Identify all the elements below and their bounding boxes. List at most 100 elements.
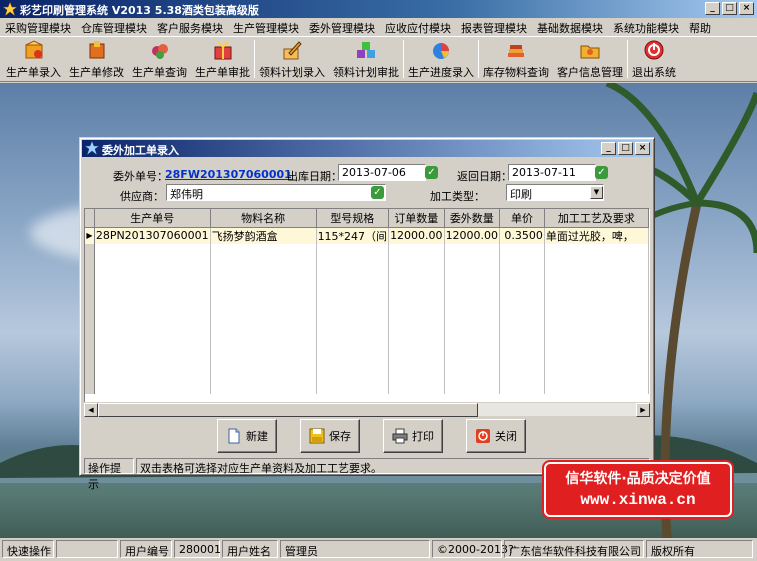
main-toolbar: 生产单录入 生产单修改 生产单查询 生产单审批 领料计划录入 领料计划审批 生产… — [0, 36, 757, 82]
toolbar-label: 退出系统 — [632, 66, 676, 79]
order-no-link[interactable]: 28FW201307060001 — [165, 168, 292, 181]
save-icon — [309, 428, 325, 444]
return-date-field[interactable]: 2013-07-11 — [508, 164, 596, 181]
new-doc-icon — [228, 428, 240, 444]
status-company: 广东信华软件科技有限公司 — [504, 540, 644, 558]
status-user-name-label: 用户姓名 — [222, 540, 278, 558]
brand-logo: 信华软件·品质决定价值 www.xinwa.cn — [544, 462, 732, 517]
toolbar-label: 生产进度录入 — [408, 66, 474, 79]
cell-material-name[interactable]: 飞扬梦韵酒盒 — [210, 227, 317, 244]
toolbar-material-plan-approve-button[interactable]: 领料计划审批 — [329, 37, 403, 81]
dialog-close-button[interactable]: × — [635, 142, 650, 155]
col-header-spec[interactable]: 型号规格 — [316, 209, 390, 228]
new-button[interactable]: 新建 — [217, 419, 277, 453]
supplier-field[interactable]: 郑伟明 — [166, 184, 386, 201]
toolbar-label: 生产单审批 — [195, 66, 250, 79]
out-date-label: 出库日期： — [287, 170, 342, 183]
menu-reports[interactable]: 报表管理模块 — [456, 18, 532, 36]
return-date-check-icon[interactable]: ✓ — [595, 166, 608, 179]
cell-production-no[interactable]: 28PN201307060001 — [94, 227, 211, 244]
toolbar-order-entry-button[interactable]: 生产单录入 — [2, 37, 65, 81]
toolbar-label: 生产单修改 — [69, 66, 124, 79]
close-dialog-button[interactable]: 关闭 — [466, 419, 526, 453]
dialog-title-bar[interactable]: 委外加工单录入 _ □ × — [82, 140, 652, 157]
toolbar-material-plan-entry-button[interactable]: 领料计划录入 — [255, 37, 329, 81]
toolbar-label: 领料计划审批 — [333, 66, 399, 79]
menu-receivable-payable[interactable]: 应收应付模块 — [380, 18, 456, 36]
menu-purchase[interactable]: 采购管理模块 — [0, 18, 76, 36]
dialog-maximize-button[interactable]: □ — [618, 142, 633, 155]
menu-customer-service[interactable]: 客户服务模块 — [152, 18, 228, 36]
status-user-name: 管理员 — [280, 540, 430, 558]
dialog-minimize-button[interactable]: _ — [601, 142, 616, 155]
new-button-label: 新建 — [246, 430, 268, 443]
order-no-label: 委外单号： — [113, 170, 168, 183]
outsourcing-order-dialog: 委外加工单录入 _ □ × 委外单号： 28FW201307060001 出库日… — [79, 137, 655, 491]
process-type-label: 加工类型： — [430, 190, 485, 203]
scroll-right-icon[interactable]: ▶ — [636, 403, 650, 417]
col-header-unit-price[interactable]: 单价 — [499, 209, 545, 228]
order-grid: 生产单号 物料名称 型号规格 订单数量 委外数量 单价 加工工艺及要求 ▶ 28… — [84, 208, 650, 413]
app-title: 彩艺印刷管理系统 V2013 5.38酒类包装高级版 — [20, 4, 259, 17]
search-fruit-icon — [151, 44, 168, 59]
gift-approve-icon — [214, 41, 231, 60]
toolbar-label: 库存物料查询 — [483, 66, 549, 79]
menu-outsourcing[interactable]: 委外管理模块 — [304, 18, 380, 36]
status-quick-ops[interactable]: 快速操作 — [2, 540, 54, 558]
toolbar-label: 生产单查询 — [132, 66, 187, 79]
status-user-no: 280001 — [174, 540, 221, 558]
toolbar-label: 生产单录入 — [6, 66, 61, 79]
out-date-check-icon[interactable]: ✓ — [425, 166, 438, 179]
supplier-label: 供应商： — [120, 190, 164, 203]
brand-url: www.xinwa.cn — [580, 491, 696, 509]
cell-unit-price[interactable]: 0.3500 — [499, 227, 545, 244]
cell-outsource-qty[interactable]: 12000.00 — [444, 227, 501, 244]
col-header-material-name[interactable]: 物料名称 — [210, 209, 317, 228]
chevron-down-icon[interactable]: ▼ — [590, 186, 603, 199]
brand-slogan: 信华软件·品质决定价值 — [565, 471, 711, 487]
close-button[interactable]: × — [739, 2, 754, 15]
scroll-left-icon[interactable]: ◀ — [84, 403, 98, 417]
col-header-production-no[interactable]: 生产单号 — [94, 209, 211, 228]
save-button[interactable]: 保存 — [300, 419, 360, 453]
toolbar-inventory-query-button[interactable]: 库存物料查询 — [479, 37, 553, 81]
app-star-icon — [3, 2, 17, 16]
supplier-check-icon[interactable]: ✓ — [371, 186, 384, 199]
hint-label: 操作提示 — [84, 458, 134, 491]
power-exit-icon — [644, 40, 664, 60]
toolbar-progress-entry-button[interactable]: 生产进度录入 — [404, 37, 478, 81]
toolbar-order-query-button[interactable]: 生产单查询 — [128, 37, 191, 81]
toolbar-exit-button[interactable]: 退出系统 — [628, 37, 680, 81]
menu-help[interactable]: 帮助 — [684, 18, 716, 36]
grid-horizontal-scrollbar[interactable]: ◀ ▶ — [84, 402, 650, 417]
status-empty — [56, 540, 118, 558]
cell-order-qty[interactable]: 12000.00 — [388, 227, 445, 244]
cell-process-req[interactable]: 单面过光胶，啤， — [544, 227, 649, 244]
grid-header-row: 生产单号 物料名称 型号规格 订单数量 委外数量 单价 加工工艺及要求 — [85, 209, 649, 228]
order-form: 委外单号： 28FW201307060001 出库日期： 2013-07-06 … — [82, 158, 652, 206]
scroll-thumb[interactable] — [98, 403, 478, 417]
out-date-field[interactable]: 2013-07-06 — [338, 164, 426, 181]
minimize-button[interactable]: _ — [705, 2, 720, 15]
print-button[interactable]: 打印 — [383, 419, 443, 453]
menu-production[interactable]: 生产管理模块 — [228, 18, 304, 36]
menu-basic-data[interactable]: 基础数据模块 — [532, 18, 608, 36]
close-button-label: 关闭 — [495, 430, 517, 443]
maximize-button[interactable]: □ — [722, 2, 737, 15]
cell-spec[interactable]: 115*247（间 — [316, 227, 390, 244]
toolbar-order-edit-button[interactable]: 生产单修改 — [65, 37, 128, 81]
pie-chart-icon — [433, 43, 449, 59]
menu-bar: 采购管理模块 仓库管理模块 客户服务模块 生产管理模块 委外管理模块 应收应付模… — [0, 18, 757, 36]
menu-system[interactable]: 系统功能模块 — [608, 18, 684, 36]
col-header-outsource-qty[interactable]: 委外数量 — [444, 209, 501, 228]
toolbar-label: 客户信息管理 — [557, 66, 623, 79]
dialog-star-icon — [85, 141, 99, 155]
col-header-process-req[interactable]: 加工工艺及要求 — [544, 209, 649, 228]
col-header-order-qty[interactable]: 订单数量 — [388, 209, 445, 228]
table-row[interactable]: ▶ 28PN201307060001 飞扬梦韵酒盒 115*247（间 1200… — [85, 227, 649, 244]
pencil-plan-icon — [283, 41, 302, 60]
toolbar-order-approve-button[interactable]: 生产单审批 — [191, 37, 254, 81]
status-bar: 快速操作 用户编号 280001 用户姓名 管理员 ©2000-2013? 广东… — [0, 538, 757, 561]
toolbar-customer-info-button[interactable]: 客户信息管理 — [553, 37, 627, 81]
menu-warehouse[interactable]: 仓库管理模块 — [76, 18, 152, 36]
